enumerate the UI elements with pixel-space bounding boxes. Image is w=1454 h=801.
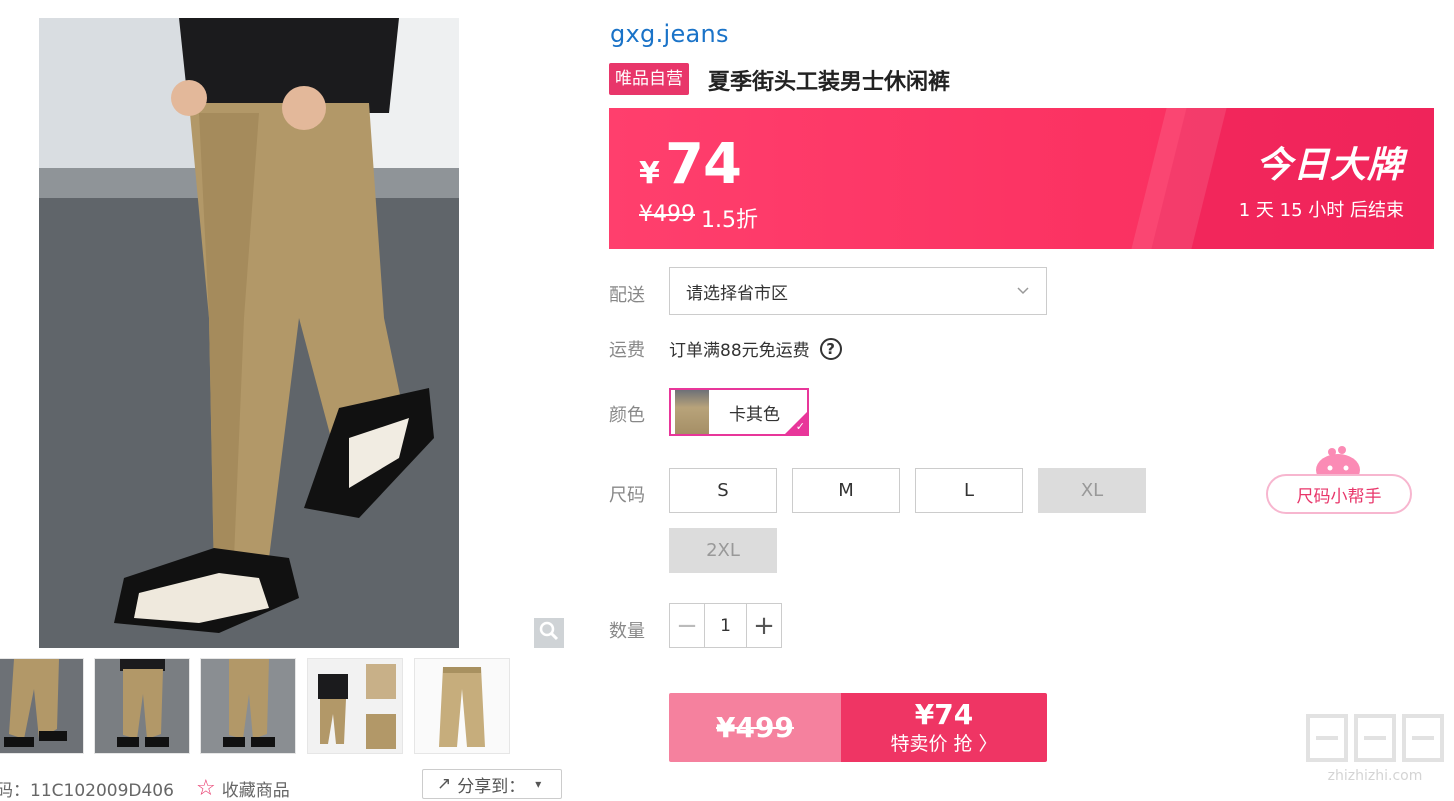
freight-label: 运费 xyxy=(609,340,645,361)
share-button[interactable]: ↗ 分享到： ▾ xyxy=(422,769,562,799)
buy-original-price: ¥499 xyxy=(669,693,841,762)
currency-symbol: ¥ xyxy=(639,156,660,191)
campaign-logo: 今日大牌 xyxy=(1255,145,1404,186)
delivery-label: 配送 xyxy=(609,285,645,306)
color-swatch xyxy=(675,390,709,434)
product-main-image[interactable] xyxy=(39,18,459,648)
quantity-label: 数量 xyxy=(609,621,645,642)
thumbnail-3[interactable] xyxy=(200,658,296,754)
self-operated-badge: 唯品自营 xyxy=(609,63,689,95)
svg-text:zhizhizhi.com: zhizhizhi.com xyxy=(1328,768,1423,784)
freight-info: 订单满88元免运费 ? xyxy=(669,336,842,361)
chevron-down-icon: ▾ xyxy=(535,777,542,791)
price-banner: ¥ 74 ¥499 1.5折 今日大牌 1 天 15 小时 后结束 xyxy=(609,108,1434,249)
buy-button[interactable]: ¥499 ¥74 特卖价 抢 〉 xyxy=(669,693,1047,762)
thumbnail-2[interactable] xyxy=(94,658,190,754)
buy-action-label: 特卖价 抢 〉 xyxy=(890,732,998,755)
thumbnail-5[interactable] xyxy=(414,658,510,754)
current-price: 74 xyxy=(665,132,742,197)
favorite-button[interactable]: ☆ 收藏商品 xyxy=(196,776,290,801)
check-icon: ✓ xyxy=(795,420,805,433)
discount-rate: 1.5折 xyxy=(701,208,758,233)
watermark-logo: zhizhizhi.com xyxy=(1300,708,1450,788)
product-title: 夏季街头工装男士休闲裤 xyxy=(708,70,951,95)
original-price: ¥499 xyxy=(639,202,695,227)
brand-link[interactable]: gxg.jeans xyxy=(610,20,729,48)
countdown-text: 1 天 15 小时 后结束 xyxy=(1238,200,1404,221)
product-code: 码：11C102009D406 xyxy=(0,781,174,801)
favorite-label: 收藏商品 xyxy=(221,781,290,801)
size-option-m[interactable]: M xyxy=(792,468,900,513)
color-label: 颜色 xyxy=(609,405,645,426)
freight-text: 订单满88元免运费 xyxy=(669,341,810,361)
size-option-xl: XL xyxy=(1038,468,1146,513)
size-helper-button[interactable]: 尺码小帮手 xyxy=(1266,474,1412,514)
plus-icon[interactable]: + xyxy=(747,604,781,647)
zoom-button[interactable] xyxy=(534,618,564,648)
share-icon: ↗ xyxy=(437,774,452,794)
minus-icon[interactable]: − xyxy=(670,604,704,647)
thumbnail-4[interactable] xyxy=(307,658,403,754)
buy-price: ¥74 xyxy=(914,697,974,731)
size-option-s[interactable]: S xyxy=(669,468,777,513)
size-option-l[interactable]: L xyxy=(915,468,1023,513)
thumbnail-1[interactable] xyxy=(0,658,84,754)
magnifier-icon xyxy=(539,621,559,645)
color-name: 卡其色 xyxy=(729,404,780,425)
quantity-stepper: − 1 + xyxy=(669,603,782,648)
color-option-khaki[interactable]: 卡其色 ✓ xyxy=(669,388,809,436)
quantity-value[interactable]: 1 xyxy=(704,604,747,647)
share-label: 分享到： xyxy=(457,776,526,797)
size-option-2xl: 2XL xyxy=(669,528,777,573)
region-select[interactable]: 请选择省市区 xyxy=(669,267,1047,315)
size-label: 尺码 xyxy=(609,485,645,506)
chevron-down-icon xyxy=(1016,281,1030,301)
region-placeholder: 请选择省市区 xyxy=(686,283,788,304)
star-icon: ☆ xyxy=(196,776,216,801)
question-icon[interactable]: ? xyxy=(819,337,842,360)
buy-special-price: ¥74 特卖价 抢 〉 xyxy=(841,693,1047,762)
